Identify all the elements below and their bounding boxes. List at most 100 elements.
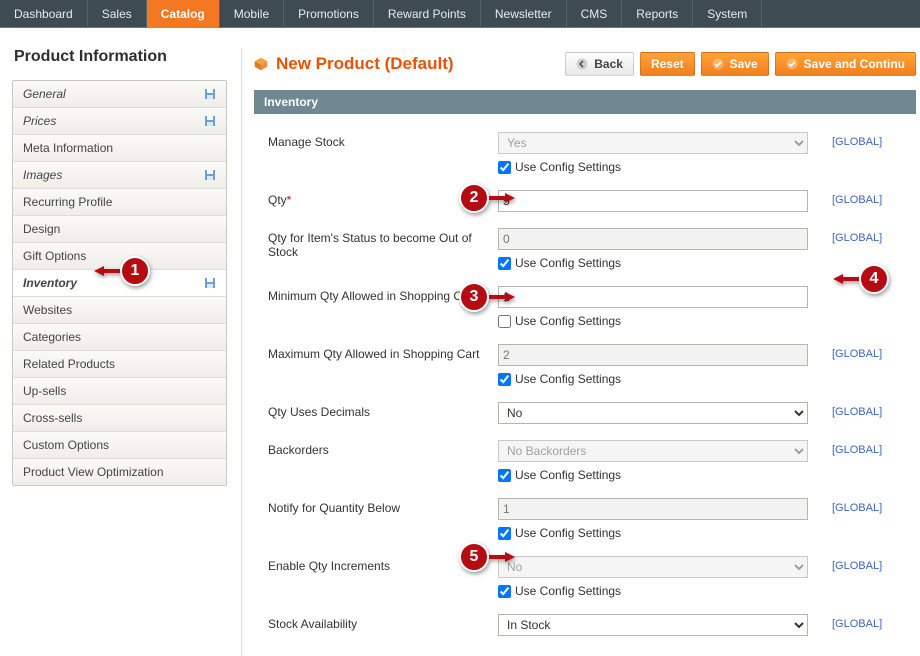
notify-below-input[interactable]	[498, 498, 808, 520]
save-button[interactable]: Save	[701, 52, 769, 76]
nav-item-promotions[interactable]: Promotions	[284, 0, 374, 28]
reset-button[interactable]: Reset	[640, 52, 695, 76]
reset-label: Reset	[651, 57, 684, 71]
sidebar-tab-prices[interactable]: Prices	[13, 108, 226, 135]
label-qty-decimals: Qty Uses Decimals	[268, 402, 498, 419]
sidebar-tab-general[interactable]: General	[13, 81, 226, 108]
sidebar: Product Information GeneralPricesMeta In…	[12, 48, 227, 656]
sidebar-tab-recurring-profile[interactable]: Recurring Profile	[13, 189, 226, 216]
cfg-max-qty-cart-cb[interactable]	[498, 373, 511, 386]
label-max-qty-cart: Maximum Qty Allowed in Shopping Cart	[268, 344, 498, 361]
page-title: New Product (Default)	[276, 54, 454, 74]
product-cube-icon	[254, 57, 268, 71]
sidebar-tab-categories[interactable]: Categories	[13, 324, 226, 351]
scope-label: [GLOBAL]	[832, 132, 882, 148]
qty-input[interactable]	[498, 190, 808, 212]
cfg-manage-stock-cb[interactable]	[498, 161, 511, 174]
nav-item-newsletter[interactable]: Newsletter	[481, 0, 567, 28]
cfg-qty-oos-cb[interactable]	[498, 257, 511, 270]
stock-avail-select[interactable]: In Stock	[498, 614, 808, 636]
cfg-notify-below[interactable]: Use Config Settings	[498, 526, 902, 540]
nav-item-mobile[interactable]: Mobile	[220, 0, 284, 28]
check-icon	[712, 58, 724, 70]
sidebar-tab-websites[interactable]: Websites	[13, 297, 226, 324]
sidebar-tab-cross-sells[interactable]: Cross-sells	[13, 405, 226, 432]
label-backorders: Backorders	[268, 440, 498, 457]
scope-label: [GLOBAL]	[832, 402, 882, 418]
nav-item-reward-points[interactable]: Reward Points	[374, 0, 481, 28]
label-manage-stock: Manage Stock	[268, 132, 498, 149]
sidebar-tab-design[interactable]: Design	[13, 216, 226, 243]
sidebar-tab-images[interactable]: Images	[13, 162, 226, 189]
back-button[interactable]: Back	[565, 52, 634, 76]
cfg-qty-oos[interactable]: Use Config Settings	[498, 256, 902, 270]
save-disk-icon	[204, 88, 216, 100]
row-notify-below: Notify for Quantity Below [GLOBAL] Use C…	[268, 492, 902, 550]
scope-label: [GLOBAL]	[832, 228, 882, 244]
cfg-min-qty-cart[interactable]: Use Config Settings	[498, 314, 902, 328]
save-label: Save	[730, 57, 758, 71]
row-stock-avail: Stock Availability In Stock [GLOBAL]	[268, 608, 902, 646]
check-icon	[786, 58, 798, 70]
scope-label: [GLOBAL]	[832, 614, 882, 630]
cfg-backorders-cb[interactable]	[498, 469, 511, 482]
sidebar-tab-up-sells[interactable]: Up-sells	[13, 378, 226, 405]
sidebar-tab-gift-options[interactable]: Gift Options	[13, 243, 226, 270]
save-disk-icon	[204, 115, 216, 127]
sidebar-tab-inventory[interactable]: Inventory	[13, 270, 226, 297]
nav-item-reports[interactable]: Reports	[622, 0, 693, 28]
scope-label: [GLOBAL]	[832, 556, 882, 572]
cfg-enable-incr[interactable]: Use Config Settings	[498, 584, 902, 598]
sidebar-tab-custom-options[interactable]: Custom Options	[13, 432, 226, 459]
toolbar: New Product (Default) Back Reset Save Sa…	[254, 52, 916, 76]
top-nav: DashboardSalesCatalogMobilePromotionsRew…	[0, 0, 920, 28]
scope-label: [GLOBAL]	[832, 498, 882, 514]
min-qty-cart-input[interactable]	[498, 286, 808, 308]
sidebar-tab-related-products[interactable]: Related Products	[13, 351, 226, 378]
label-qty: Qty*	[268, 190, 498, 207]
save-disk-icon	[204, 169, 216, 181]
cfg-notify-below-cb[interactable]	[498, 527, 511, 540]
enable-incr-select[interactable]: No	[498, 556, 808, 578]
row-qty: Qty* [GLOBAL]	[268, 184, 902, 222]
label-qty-oos: Qty for Item's Status to become Out of S…	[268, 228, 498, 259]
manage-stock-select[interactable]: Yes	[498, 132, 808, 154]
save-continue-label: Save and Continu	[804, 57, 905, 71]
divider	[241, 48, 242, 656]
max-qty-cart-input[interactable]	[498, 344, 808, 366]
cfg-manage-stock[interactable]: Use Config Settings	[498, 160, 902, 174]
main: New Product (Default) Back Reset Save Sa…	[250, 48, 920, 656]
cfg-min-qty-cart-cb[interactable]	[498, 315, 511, 328]
nav-item-dashboard[interactable]: Dashboard	[0, 0, 88, 28]
sidebar-tab-meta-information[interactable]: Meta Information	[13, 135, 226, 162]
cfg-enable-incr-cb[interactable]	[498, 585, 511, 598]
label-notify-below: Notify for Quantity Below	[268, 498, 498, 515]
label-stock-avail: Stock Availability	[268, 614, 498, 631]
backorders-select[interactable]: No Backorders	[498, 440, 808, 462]
cfg-backorders[interactable]: Use Config Settings	[498, 468, 902, 482]
sidebar-tab-product-view-optimization[interactable]: Product View Optimization	[13, 459, 226, 485]
sidebar-tabs: GeneralPricesMeta InformationImagesRecur…	[12, 80, 227, 486]
scope-label: [GLOBAL]	[832, 344, 882, 360]
qty-oos-input[interactable]	[498, 228, 808, 250]
nav-item-sales[interactable]: Sales	[88, 0, 147, 28]
nav-item-catalog[interactable]: Catalog	[147, 0, 220, 28]
save-continue-button[interactable]: Save and Continu	[775, 52, 916, 76]
scope-label: [GLOBAL]	[832, 190, 882, 206]
nav-item-cms[interactable]: CMS	[567, 0, 623, 28]
row-max-qty-cart: Maximum Qty Allowed in Shopping Cart [GL…	[268, 338, 902, 396]
row-qty-decimals: Qty Uses Decimals No [GLOBAL]	[268, 396, 902, 434]
section-header: Inventory	[254, 90, 916, 114]
label-min-qty-cart: Minimum Qty Allowed in Shopping Cart	[268, 286, 498, 303]
sidebar-title: Product Information	[12, 48, 227, 80]
cfg-max-qty-cart[interactable]: Use Config Settings	[498, 372, 902, 386]
back-arrow-icon	[576, 58, 588, 70]
nav-item-system[interactable]: System	[693, 0, 762, 28]
qty-decimals-select[interactable]: No	[498, 402, 808, 424]
row-enable-incr: Enable Qty Increments No [GLOBAL] Use Co…	[268, 550, 902, 608]
scope-label: [GLOBAL]	[832, 440, 882, 456]
back-label: Back	[594, 57, 623, 71]
label-enable-incr: Enable Qty Increments	[268, 556, 498, 573]
form: Manage Stock Yes [GLOBAL] Use Config Set…	[254, 114, 916, 656]
row-qty-oos: Qty for Item's Status to become Out of S…	[268, 222, 902, 280]
